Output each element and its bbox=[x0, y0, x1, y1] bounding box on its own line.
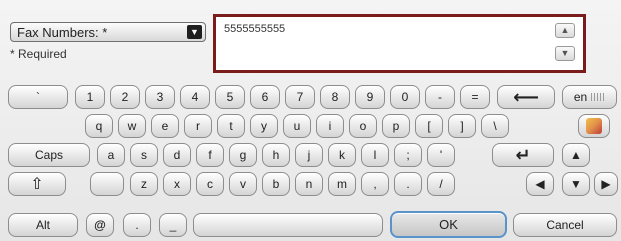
key-1[interactable]: 1 bbox=[75, 85, 105, 109]
key-d[interactable]: d bbox=[163, 143, 191, 167]
key-slash[interactable]: / bbox=[427, 172, 455, 196]
left-arrow-key[interactable]: ◀ bbox=[526, 172, 554, 196]
key-v[interactable]: v bbox=[229, 172, 257, 196]
key-dot[interactable]: . bbox=[123, 213, 151, 237]
key-z[interactable]: z bbox=[130, 172, 158, 196]
key-backtick[interactable]: ` bbox=[8, 85, 68, 109]
down-arrow-key[interactable]: ▼ bbox=[562, 172, 590, 196]
key-left-bracket[interactable]: [ bbox=[415, 114, 443, 138]
key-t[interactable]: t bbox=[217, 114, 245, 138]
key-q[interactable]: q bbox=[85, 114, 113, 138]
up-arrow-key[interactable]: ▲ bbox=[562, 143, 590, 167]
key-equals[interactable]: = bbox=[460, 85, 490, 109]
key-quote[interactable]: ' bbox=[427, 143, 455, 167]
keyboard-icon bbox=[591, 93, 606, 101]
key-a[interactable]: a bbox=[97, 143, 125, 167]
clear-key[interactable] bbox=[578, 114, 610, 138]
key-m[interactable]: m bbox=[328, 172, 356, 196]
fax-number-value: 5555555555 bbox=[224, 23, 286, 35]
key-p[interactable]: p bbox=[382, 114, 410, 138]
key-minus[interactable]: - bbox=[425, 85, 455, 109]
required-note: * Required bbox=[10, 47, 67, 61]
shift-key[interactable]: ⇧ bbox=[8, 172, 66, 196]
key-g[interactable]: g bbox=[229, 143, 257, 167]
enter-key[interactable]: ↵ bbox=[492, 143, 554, 167]
right-arrow-key[interactable]: ▶ bbox=[594, 172, 618, 196]
key-k[interactable]: k bbox=[328, 143, 356, 167]
key-comma[interactable]: , bbox=[361, 172, 389, 196]
key-j[interactable]: j bbox=[295, 143, 323, 167]
key-i[interactable]: i bbox=[316, 114, 344, 138]
key-underscore[interactable]: _ bbox=[159, 213, 187, 237]
key-n[interactable]: n bbox=[295, 172, 323, 196]
fax-number-input[interactable]: 5555555555 ▲ ▼ bbox=[213, 14, 586, 73]
spacebar[interactable] bbox=[193, 213, 383, 237]
language-key[interactable]: en bbox=[562, 85, 617, 109]
key-h[interactable]: h bbox=[262, 143, 290, 167]
key-2[interactable]: 2 bbox=[110, 85, 140, 109]
chevron-up-icon[interactable]: ▲ bbox=[555, 23, 575, 38]
ok-button[interactable]: OK bbox=[390, 211, 507, 238]
pencil-icon bbox=[586, 118, 602, 134]
cancel-button[interactable]: Cancel bbox=[513, 213, 617, 237]
key-u[interactable]: u bbox=[283, 114, 311, 138]
key-l[interactable]: l bbox=[361, 143, 389, 167]
field-type-dropdown[interactable]: Fax Numbers: * ▼ bbox=[10, 22, 206, 42]
key-e[interactable]: e bbox=[151, 114, 179, 138]
key-7[interactable]: 7 bbox=[285, 85, 315, 109]
key-right-bracket[interactable]: ] bbox=[448, 114, 476, 138]
key-y[interactable]: y bbox=[250, 114, 278, 138]
key-9[interactable]: 9 bbox=[355, 85, 385, 109]
chevron-down-icon[interactable]: ▼ bbox=[555, 46, 575, 61]
blank-key[interactable] bbox=[90, 172, 124, 196]
key-at[interactable]: @ bbox=[86, 213, 114, 237]
caps-key[interactable]: Caps bbox=[8, 143, 90, 167]
key-o[interactable]: o bbox=[349, 114, 377, 138]
key-f[interactable]: f bbox=[196, 143, 224, 167]
key-r[interactable]: r bbox=[184, 114, 212, 138]
alt-key[interactable]: Alt bbox=[8, 213, 78, 237]
key-backslash[interactable]: \ bbox=[481, 114, 509, 138]
key-5[interactable]: 5 bbox=[215, 85, 245, 109]
key-0[interactable]: 0 bbox=[390, 85, 420, 109]
key-6[interactable]: 6 bbox=[250, 85, 280, 109]
field-type-label: Fax Numbers: * bbox=[17, 25, 108, 40]
key-8[interactable]: 8 bbox=[320, 85, 350, 109]
key-4[interactable]: 4 bbox=[180, 85, 210, 109]
key-3[interactable]: 3 bbox=[145, 85, 175, 109]
key-semicolon[interactable]: ; bbox=[394, 143, 422, 167]
key-b[interactable]: b bbox=[262, 172, 290, 196]
backspace-key[interactable]: ⟵ bbox=[497, 85, 555, 109]
key-s[interactable]: s bbox=[130, 143, 158, 167]
key-x[interactable]: x bbox=[163, 172, 191, 196]
chevron-down-icon[interactable]: ▼ bbox=[187, 25, 202, 39]
key-c[interactable]: c bbox=[196, 172, 224, 196]
key-w[interactable]: w bbox=[118, 114, 146, 138]
key-period[interactable]: . bbox=[394, 172, 422, 196]
language-label: en bbox=[573, 90, 588, 104]
